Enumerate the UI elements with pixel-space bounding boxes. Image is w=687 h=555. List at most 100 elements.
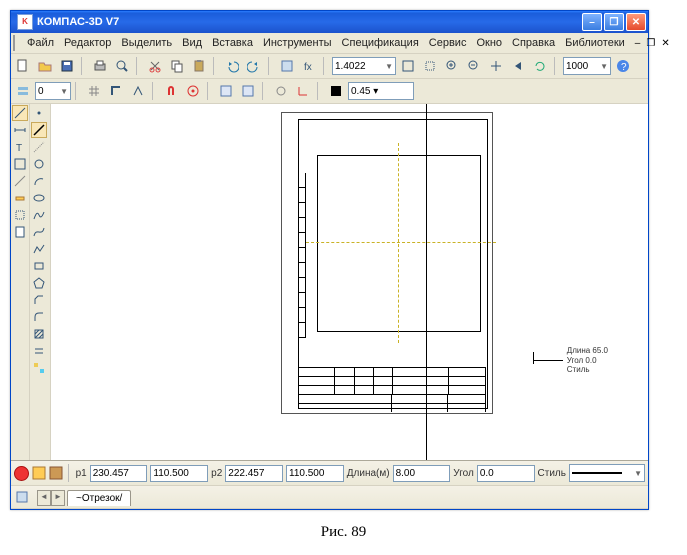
menu-select[interactable]: Выделить	[121, 37, 172, 49]
stop-command-button[interactable]	[14, 465, 29, 481]
open-button[interactable]	[35, 56, 55, 76]
line-button[interactable]	[31, 122, 47, 138]
create-object-button[interactable]	[32, 465, 46, 481]
zoom-fit-button[interactable]	[398, 56, 418, 76]
axis-vertical	[398, 143, 399, 343]
color-button[interactable]	[326, 81, 346, 101]
x1-input[interactable]	[90, 465, 148, 482]
doc-close-button[interactable]: ✕	[661, 38, 669, 49]
undo-button[interactable]	[222, 56, 242, 76]
title-bar[interactable]: K КОМПАС-3D V7 – ❐ ✕	[11, 11, 648, 33]
circle-button[interactable]	[31, 156, 47, 172]
pan-button[interactable]	[486, 56, 506, 76]
save-button[interactable]	[57, 56, 77, 76]
window-title: КОМПАС-3D V7	[37, 16, 582, 28]
menu-help[interactable]: Справка	[512, 37, 555, 49]
polygon-button[interactable]	[31, 275, 47, 291]
tab-segment[interactable]: ~ Отрезок /	[67, 490, 131, 506]
info-angle: Угол 0.0	[567, 356, 608, 366]
arc-button[interactable]	[31, 173, 47, 189]
preview-button[interactable]	[112, 56, 132, 76]
snap-button[interactable]	[161, 81, 181, 101]
angle-label: Угол	[453, 468, 474, 479]
dimensions-panel-button[interactable]	[12, 122, 28, 138]
paste-button[interactable]	[189, 56, 209, 76]
menu-window[interactable]: Окно	[476, 37, 502, 49]
menu-libs[interactable]: Библиотеки	[565, 37, 625, 49]
help-button[interactable]: ?	[613, 56, 633, 76]
local-cs-button[interactable]	[293, 81, 313, 101]
manager-button[interactable]	[277, 56, 297, 76]
grid-button[interactable]	[84, 81, 104, 101]
ortho-button[interactable]	[106, 81, 126, 101]
layer-state-button[interactable]	[13, 81, 33, 101]
point-button[interactable]	[31, 105, 47, 121]
scale-combo[interactable]: 1000▼	[563, 57, 611, 75]
select-panel-button[interactable]	[12, 207, 28, 223]
spec-panel-button[interactable]	[12, 224, 28, 240]
axis-horizontal	[306, 242, 496, 243]
zoom-combo[interactable]: 1.4022▼	[332, 57, 396, 75]
length-input[interactable]	[393, 465, 451, 482]
menu-file[interactable]: Файл	[27, 37, 54, 49]
doc-minimize-button[interactable]: –	[635, 38, 641, 49]
redo-button[interactable]	[244, 56, 264, 76]
window-close-button[interactable]: ✕	[626, 13, 646, 31]
y1-input[interactable]	[150, 465, 208, 482]
menu-insert[interactable]: Вставка	[212, 37, 253, 49]
print-button[interactable]	[90, 56, 110, 76]
zoom-in-button[interactable]	[442, 56, 462, 76]
equidistant-button[interactable]	[31, 343, 47, 359]
window-minimize-button[interactable]: –	[582, 13, 602, 31]
spline-button[interactable]	[31, 207, 47, 223]
menu-tools[interactable]: Инструменты	[263, 37, 332, 49]
tab-scroll-left[interactable]: ◄	[37, 490, 51, 506]
geometry-panel-button[interactable]	[12, 105, 28, 121]
hatch-button[interactable]	[31, 326, 47, 342]
snap-config-button[interactable]	[183, 81, 203, 101]
bezier-button[interactable]	[31, 224, 47, 240]
chevron-down-icon: ▼	[60, 87, 68, 96]
doc-restore-button[interactable]: ❐	[646, 38, 655, 49]
param2-button[interactable]	[238, 81, 258, 101]
cut-button[interactable]	[145, 56, 165, 76]
polyline-button[interactable]	[31, 241, 47, 257]
menu-view[interactable]: Вид	[182, 37, 202, 49]
edit-panel-button[interactable]	[12, 156, 28, 172]
linestyle-combo[interactable]: 0.45 ▾	[348, 82, 414, 100]
coords-button[interactable]	[128, 81, 148, 101]
new-button[interactable]	[13, 56, 33, 76]
panel-toggle-button[interactable]	[14, 489, 30, 505]
cursor-crosshair-vertical	[426, 104, 427, 460]
layer-combo[interactable]: 0▼	[35, 82, 71, 100]
collect-button[interactable]	[31, 360, 47, 376]
param-panel-button[interactable]	[12, 173, 28, 189]
ellipse-button[interactable]	[31, 190, 47, 206]
zoom-prev-button[interactable]	[508, 56, 528, 76]
round-button[interactable]	[271, 81, 291, 101]
tab-scroll-right[interactable]: ►	[51, 490, 65, 506]
chevron-down-icon: ▼	[600, 62, 608, 71]
aux-line-button[interactable]	[31, 139, 47, 155]
drawing-canvas[interactable]: Длина 65.0 Угол 0.0 Стиль	[51, 104, 648, 460]
menu-editor[interactable]: Редактор	[64, 37, 111, 49]
x2-input[interactable]	[225, 465, 283, 482]
y2-input[interactable]	[286, 465, 344, 482]
angle-input[interactable]	[477, 465, 535, 482]
param-button[interactable]	[216, 81, 236, 101]
menu-service[interactable]: Сервис	[429, 37, 467, 49]
window-maximize-button[interactable]: ❐	[604, 13, 624, 31]
text-panel-button[interactable]: T	[12, 139, 28, 155]
rect-button[interactable]	[31, 258, 47, 274]
variables-button[interactable]: fx	[299, 56, 319, 76]
measure-panel-button[interactable]	[12, 190, 28, 206]
auto-create-button[interactable]	[49, 465, 63, 481]
refresh-button[interactable]	[530, 56, 550, 76]
menu-spec[interactable]: Спецификация	[342, 37, 419, 49]
copy-button[interactable]	[167, 56, 187, 76]
zoom-window-button[interactable]	[420, 56, 440, 76]
line-style-combo[interactable]: ▼	[569, 464, 645, 482]
chamfer-button[interactable]	[31, 292, 47, 308]
zoom-out-button[interactable]	[464, 56, 484, 76]
fillet-button[interactable]	[31, 309, 47, 325]
